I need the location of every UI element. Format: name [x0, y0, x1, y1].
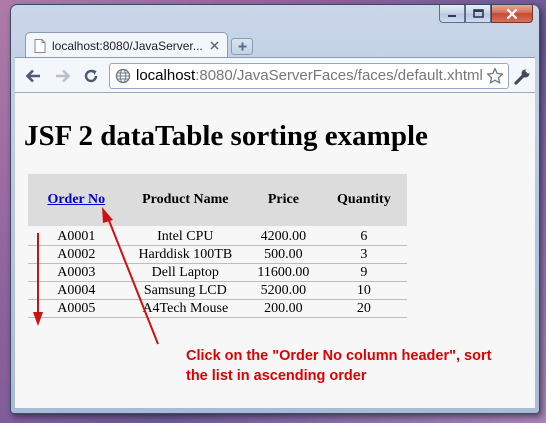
price-cell: 500.00 — [264, 247, 303, 262]
close-icon — [506, 8, 518, 19]
order-no-cell: A0001 — [57, 229, 96, 244]
window-caption-buttons — [439, 5, 533, 23]
annotation-text: Click on the "Order No column header", s… — [186, 346, 526, 386]
page-viewport: JSF 2 dataTable sorting example Order No… — [15, 92, 535, 408]
price-cell: 4200.00 — [260, 229, 307, 244]
back-button[interactable] — [23, 66, 43, 86]
price-cell: 5200.00 — [260, 283, 307, 298]
close-window-button[interactable] — [491, 5, 533, 23]
table-row: A0005 A4Tech Mouse 200.00 20 — [28, 300, 407, 318]
settings-button[interactable] — [512, 66, 532, 86]
product-name-cell: Samsung LCD — [143, 283, 227, 298]
globe-icon — [115, 68, 131, 84]
forward-arrow-icon — [56, 69, 71, 83]
order-no-sort-link[interactable]: Order No — [47, 192, 105, 207]
quantity-cell: 20 — [356, 301, 371, 316]
quantity-cell: 6 — [360, 229, 368, 244]
quantity-cell: 9 — [360, 265, 368, 280]
quantity-column-header: Quantity — [337, 192, 391, 207]
product-name-cell: Dell Laptop — [151, 265, 219, 280]
address-bar[interactable]: localhost:8080/JavaServerFaces/faces/def… — [109, 63, 509, 89]
tab-close-icon — [209, 41, 219, 50]
product-name-cell: A4Tech Mouse — [142, 301, 229, 316]
tab-title: localhost:8080/JavaServer... — [52, 38, 203, 53]
star-icon[interactable] — [486, 67, 504, 85]
tab-close-button[interactable] — [207, 39, 221, 53]
annotation-line-2: the list in ascending order — [186, 368, 367, 384]
browser-window: localhost:8080/JavaServer... localhost:8… — [10, 4, 540, 414]
table-header-row: Order No Product Name Price Quantity — [28, 174, 407, 226]
table-row: A0002 Harddisk 100TB 500.00 3 — [28, 246, 407, 264]
minimize-icon — [448, 14, 456, 17]
url-host: localhost — [136, 67, 196, 84]
table-row: A0004 Samsung LCD 5200.00 10 — [28, 282, 407, 300]
order-no-cell: A0002 — [57, 247, 96, 262]
order-no-cell: A0004 — [57, 283, 96, 298]
maximize-icon — [472, 9, 484, 18]
reload-button[interactable] — [81, 66, 101, 86]
browser-tab[interactable]: localhost:8080/JavaServer... — [25, 32, 228, 58]
page-title: JSF 2 dataTable sorting example — [24, 120, 428, 152]
url-path: :8080/JavaServerFaces/faces/default.xhtm… — [195, 67, 483, 84]
new-tab-button[interactable] — [231, 38, 253, 55]
browser-toolbar: localhost:8080/JavaServerFaces/faces/def… — [15, 57, 535, 92]
order-no-column-header[interactable]: Order No — [28, 174, 125, 226]
order-no-cell: A0003 — [57, 265, 96, 280]
quantity-cell: 3 — [360, 247, 368, 262]
table-row: A0001 Intel CPU 4200.00 6 — [28, 226, 407, 246]
address-url: localhost:8080/JavaServerFaces/faces/def… — [136, 64, 483, 88]
back-arrow-icon — [25, 69, 40, 83]
price-cell: 11600.00 — [257, 265, 310, 280]
table-row: A0003 Dell Laptop 11600.00 9 — [28, 264, 407, 282]
product-name-cell: Harddisk 100TB — [138, 247, 233, 262]
order-no-cell: A0005 — [57, 301, 96, 316]
forward-button[interactable] — [53, 66, 73, 86]
wrench-icon — [513, 68, 530, 85]
price-cell: 200.00 — [264, 301, 303, 316]
maximize-button[interactable] — [465, 5, 491, 23]
price-column-header: Price — [267, 192, 299, 207]
new-tab-icon — [238, 42, 246, 51]
reload-icon — [84, 69, 98, 83]
product-name-column-header: Product Name — [142, 192, 229, 207]
quantity-cell: 10 — [356, 283, 371, 298]
annotation-line-1: Click on the "Order No column header", s… — [186, 348, 492, 364]
minimize-button[interactable] — [439, 5, 465, 23]
page-icon — [34, 38, 46, 53]
product-name-cell: Intel CPU — [157, 229, 214, 244]
orders-table: Order No Product Name Price Quantity A00… — [28, 174, 407, 318]
